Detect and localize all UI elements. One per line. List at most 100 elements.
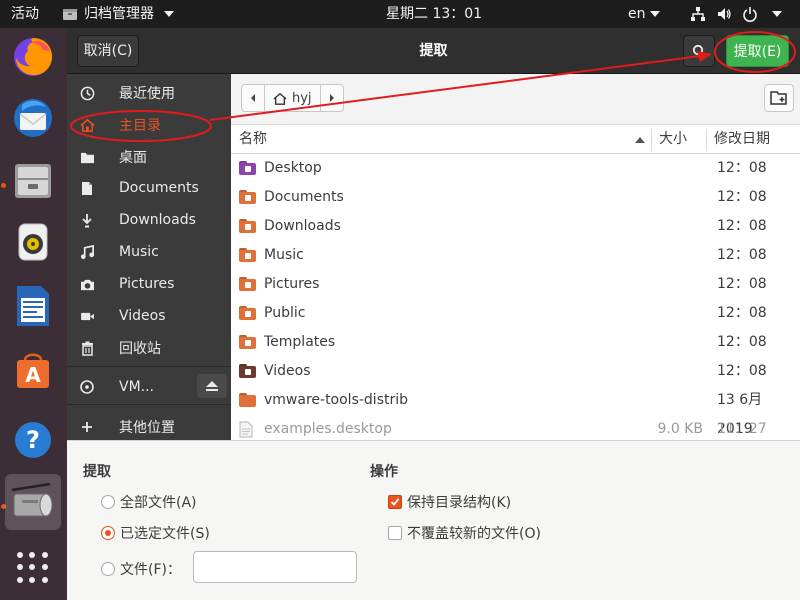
keep-structure-label: 保持目录结构(K)	[407, 495, 512, 511]
folder-icon	[239, 392, 256, 408]
sidebar-item-label: 最近使用	[119, 86, 175, 102]
show-apps-button[interactable]	[17, 552, 49, 584]
sidebar-item-pictures[interactable]: Pictures	[67, 269, 231, 299]
path-back-button[interactable]	[242, 85, 264, 111]
file-name: Videos	[264, 363, 311, 379]
svg-text:?: ?	[26, 426, 40, 454]
file-name: Music	[264, 247, 304, 263]
folder-icon	[239, 218, 256, 234]
file-row[interactable]: Music 12：08	[231, 241, 800, 270]
folder-icon	[239, 160, 256, 176]
file-row[interactable]: Pictures 12：08	[231, 270, 800, 299]
path-bar: hyj	[231, 74, 800, 124]
dock-rhythmbox[interactable]	[5, 214, 61, 270]
show-apps-icon	[41, 576, 48, 583]
download-icon	[79, 212, 95, 228]
folder-icon	[239, 276, 256, 292]
action-heading: 操作	[370, 464, 398, 480]
column-modified-header[interactable]: 修改日期	[714, 125, 770, 154]
file-row[interactable]: Videos 12：08	[231, 357, 800, 386]
sidebar-item-home[interactable]: 主目录	[67, 110, 231, 140]
column-name-header[interactable]: 名称	[239, 125, 267, 154]
dock-archive-manager[interactable]	[5, 474, 61, 530]
sidebar-item-label: 回收站	[119, 341, 161, 357]
file-list: Desktop 12：08 Documents 12：08 Downloads 12：08…	[231, 154, 800, 440]
dock-firefox[interactable]	[5, 28, 61, 84]
firefox-icon	[14, 38, 53, 76]
file-row[interactable]: Documents 12：08	[231, 183, 800, 212]
no-overwrite-label: 不覆盖较新的文件(O)	[407, 526, 541, 542]
file-modified: 12：08	[717, 334, 767, 350]
sidebar-item-videos[interactable]: Videos	[67, 301, 231, 331]
file-row[interactable]: Downloads 12：08	[231, 212, 800, 241]
path-forward-button[interactable]	[321, 85, 343, 111]
radio-indicator	[101, 495, 115, 509]
checkbox-indicator	[388, 495, 402, 509]
sidebar-item-label: Music	[119, 244, 159, 260]
show-apps-icon	[17, 564, 23, 571]
all-files-radio[interactable]: 全部文件(A)	[101, 492, 197, 512]
sidebar-item-recent[interactable]: 最近使用	[67, 78, 231, 108]
activities-button[interactable]: 活动	[11, 0, 39, 28]
app-menu[interactable]: 归档管理器	[62, 0, 174, 28]
column-size-header[interactable]: 大小	[659, 125, 687, 154]
file-name: Pictures	[264, 276, 320, 292]
dock-writer[interactable]	[5, 278, 61, 334]
sidebar-item-trash[interactable]: 回收站	[67, 333, 231, 363]
keep-structure-checkbox[interactable]: 保持目录结构(K)	[388, 492, 511, 512]
checkbox-indicator	[388, 526, 402, 540]
chevron-down-icon	[772, 11, 782, 17]
selected-files-radio[interactable]: 已选定文件(S)	[101, 523, 210, 543]
extract-button[interactable]: 提取(E)	[726, 35, 789, 67]
search-icon	[692, 44, 706, 58]
file-name: Public	[264, 305, 306, 321]
checkmark-icon	[390, 498, 400, 506]
dock-thunderbird[interactable]	[5, 90, 61, 146]
sidebar-item-desktop[interactable]: 桌面	[67, 142, 231, 172]
file-browser: hyj 名称 大小 修改日期 Desktop 12：08 Documents 12：0…	[231, 74, 800, 440]
sidebar-item-downloads[interactable]: Downloads	[67, 205, 231, 235]
dock-help[interactable]: ?	[5, 412, 61, 468]
writer-icon	[17, 286, 49, 326]
new-folder-button[interactable]	[764, 84, 794, 112]
sidebar-item-music[interactable]: Music	[67, 237, 231, 267]
eject-icon	[206, 381, 218, 391]
document-icon	[79, 180, 95, 196]
folder-icon	[239, 334, 256, 350]
cancel-button[interactable]: 取消(C)	[77, 35, 139, 67]
file-name: Desktop	[264, 160, 322, 176]
clock-icon	[79, 85, 95, 101]
system-tray[interactable]	[690, 0, 782, 28]
folder-icon	[239, 363, 256, 379]
header-bar: 取消(C) 提取 提取(E)	[67, 28, 800, 74]
show-apps-icon	[29, 564, 36, 571]
path-current-label: hyj	[292, 90, 312, 106]
folder-icon	[239, 247, 256, 263]
file-row[interactable]: Templates 12：08	[231, 328, 800, 357]
sidebar-item-other-locations[interactable]: 其他位置	[67, 412, 231, 440]
dock-files[interactable]	[5, 152, 61, 208]
selected-files-label: 已选定文件(S)	[120, 526, 210, 542]
dock-software[interactable]: A	[5, 342, 61, 398]
eject-button[interactable]	[197, 374, 227, 398]
files-pattern-radio[interactable]: 文件(F)：	[101, 559, 181, 579]
search-button[interactable]	[683, 35, 715, 67]
rhythmbox-icon	[18, 223, 48, 261]
path-home-button[interactable]: hyj	[264, 85, 321, 111]
sort-ascending-icon	[635, 137, 645, 143]
files-pattern-input[interactable]	[193, 551, 357, 583]
show-apps-icon	[29, 576, 36, 583]
no-overwrite-checkbox[interactable]: 不覆盖较新的文件(O)	[388, 523, 541, 543]
show-apps-icon	[29, 552, 36, 558]
plus-icon	[79, 419, 95, 435]
input-language-menu[interactable]: en	[628, 0, 660, 28]
folder-icon	[239, 189, 256, 205]
column-header: 名称 大小 修改日期	[231, 124, 800, 154]
clock[interactable]: 星期二 13：01	[386, 0, 482, 28]
file-row[interactable]: Public 12：08	[231, 299, 800, 328]
sidebar-item-documents[interactable]: Documents	[67, 173, 231, 203]
file-row[interactable]: vmware-tools-distrib 13 6月 2019	[231, 386, 800, 437]
file-row[interactable]: Desktop 12：08	[231, 154, 800, 183]
file-modified: 12：08	[717, 218, 767, 234]
text-file-icon	[239, 421, 256, 438]
